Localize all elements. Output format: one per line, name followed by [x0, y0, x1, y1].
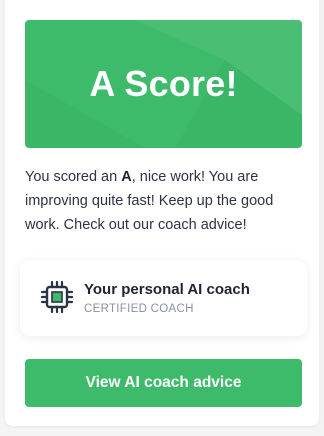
- coach-title: Your personal AI coach: [84, 281, 250, 298]
- coach-subtitle: CERTIFIED COACH: [84, 303, 194, 315]
- cpu-chip-icon: [40, 280, 74, 314]
- score-grade: A: [121, 169, 132, 185]
- score-card: A Score! You scored an A, nice work! You…: [5, 0, 319, 426]
- score-title: A Score!: [89, 63, 238, 104]
- message-prefix: You scored an: [25, 169, 122, 185]
- score-banner: A Score!: [25, 20, 302, 148]
- score-message: You scored an A, nice work! You are impr…: [25, 165, 305, 237]
- view-coach-advice-button[interactable]: View AI coach advice: [25, 359, 302, 407]
- coach-card: Your personal AI coach CERTIFIED COACH: [20, 260, 307, 336]
